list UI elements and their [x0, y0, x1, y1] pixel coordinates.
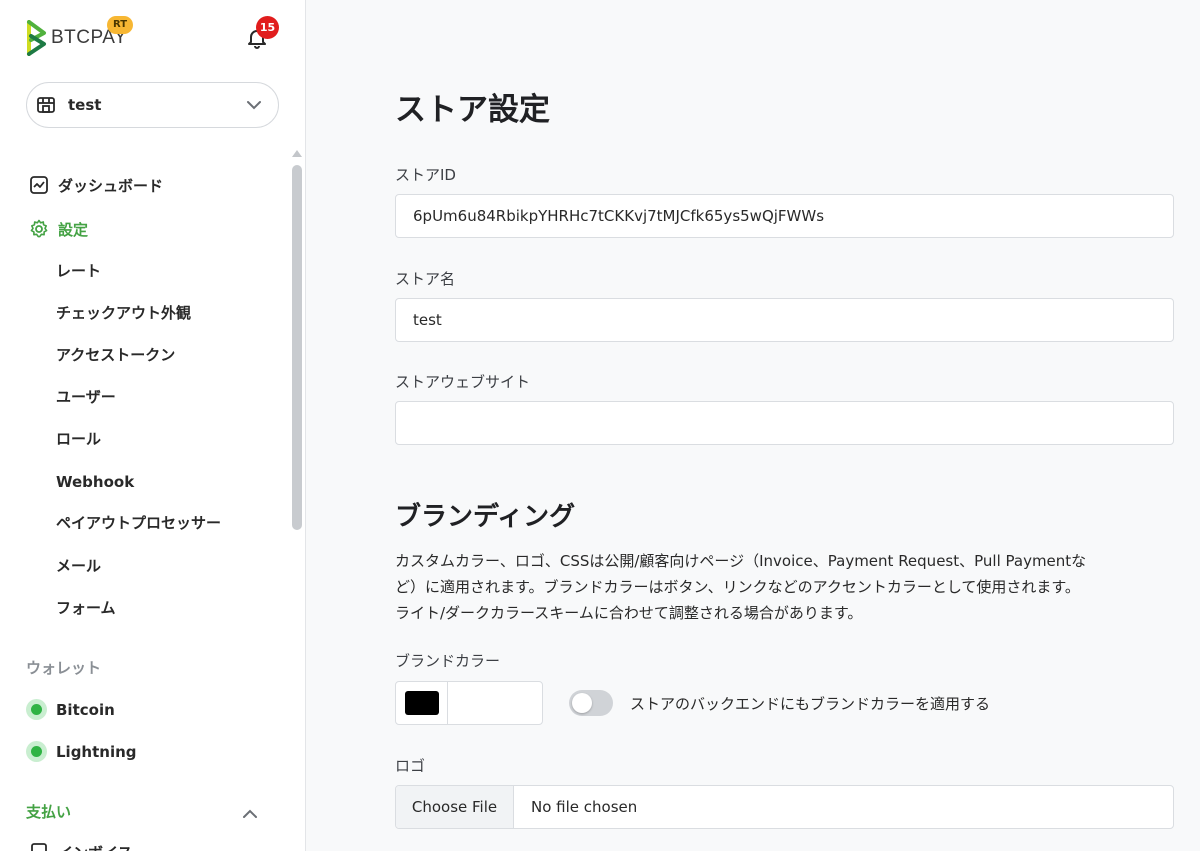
payments-section-label[interactable]: 支払い	[26, 801, 71, 822]
nav-payout-processors[interactable]: ペイアウトプロセッサー	[56, 513, 221, 533]
store-website-field[interactable]	[395, 401, 1174, 445]
toggle-knob	[572, 693, 592, 713]
nav-roles[interactable]: ロール	[56, 429, 101, 449]
status-dot-icon	[26, 699, 47, 720]
nav-checkout-appearance[interactable]: チェックアウト外観	[56, 303, 191, 323]
store-name-field[interactable]: test	[395, 298, 1174, 342]
brand-color-picker[interactable]	[395, 681, 543, 725]
nav-access-tokens[interactable]: アクセストークン	[56, 345, 175, 365]
branding-desc-line-2: ど）に適用されます。ブランドカラーはボタン、リンクなどのアクセントカラーとして使…	[395, 578, 1080, 596]
wallet-bitcoin-label: Bitcoin	[56, 700, 115, 719]
branding-desc-line-3: ライト/ダークカラースキームに合わせて調整される場合があります。	[395, 604, 863, 622]
page-title: ストア設定	[395, 92, 550, 128]
branding-desc-line-1: カスタムカラー、ロゴ、CSSは公開/顧客向けページ（Invoice、Paymen…	[395, 552, 1087, 570]
store-name-label: ストア名	[395, 270, 456, 288]
nav-wallet-lightning[interactable]: Lightning	[26, 741, 137, 762]
chevron-down-icon	[246, 100, 262, 110]
nav-dashboard[interactable]: ダッシュボード	[28, 173, 163, 197]
sidebar-scrollbar[interactable]	[292, 165, 302, 530]
nav-rates[interactable]: レート	[56, 261, 101, 281]
main-content: ストア設定 ストアID 6pUm6u84RbikpYHRHc7tCKKvj7tM…	[306, 0, 1200, 851]
store-id-field[interactable]: 6pUm6u84RbikpYHRHc7tCKKvj7tMJCfk65ys5wQj…	[395, 194, 1174, 238]
store-icon	[35, 94, 57, 116]
sidebar: BTCPAY RT 15 test ダッシュボード 設定 レート チェックアウト…	[0, 0, 306, 851]
nav-settings[interactable]: 設定	[28, 217, 88, 241]
store-selector[interactable]: test	[26, 82, 279, 128]
store-name-value: test	[413, 311, 442, 329]
chevron-up-icon[interactable]	[242, 804, 258, 823]
btcpay-logo-icon	[27, 20, 46, 56]
brand-color-label: ブランドカラー	[395, 652, 501, 670]
nav-wallet-bitcoin[interactable]: Bitcoin	[26, 699, 115, 720]
notification-count-badge[interactable]: 15	[256, 16, 279, 39]
nav-users[interactable]: ユーザー	[56, 387, 116, 407]
store-name: test	[68, 96, 102, 114]
wallet-lightning-label: Lightning	[56, 742, 137, 761]
nav-webhooks[interactable]: Webhook	[56, 472, 134, 492]
store-id-value: 6pUm6u84RbikpYHRHc7tCKKvj7tMJCfk65ys5wQj…	[413, 207, 825, 225]
dashboard-icon	[28, 175, 49, 196]
branding-description: カスタムカラー、ロゴ、CSSは公開/顧客向けページ（Invoice、Paymen…	[395, 548, 1115, 626]
nav-forms[interactable]: フォーム	[56, 598, 116, 618]
invoice-icon	[28, 842, 49, 851]
nav-dashboard-label: ダッシュボード	[58, 176, 164, 195]
brand-color-text-input[interactable]	[448, 682, 542, 724]
choose-file-button[interactable]: Choose File	[396, 786, 514, 828]
apply-backend-toggle[interactable]	[569, 690, 613, 716]
branding-heading: ブランディング	[395, 502, 576, 532]
nav-invoices[interactable]: インボイス	[28, 840, 133, 851]
gear-icon	[28, 219, 49, 240]
rt-badge: RT	[107, 16, 134, 34]
nav-email[interactable]: メール	[56, 556, 101, 576]
nav-invoices-label: インボイス	[58, 842, 133, 851]
wallets-section-label: ウォレット	[26, 659, 102, 677]
status-dot-icon	[26, 741, 47, 762]
color-swatch	[404, 691, 439, 715]
store-website-label: ストアウェブサイト	[395, 373, 531, 391]
file-status-text: No file chosen	[531, 798, 638, 816]
color-swatch-button[interactable]	[396, 682, 448, 724]
logo-file-input[interactable]: Choose File No file chosen	[395, 785, 1174, 829]
store-id-label: ストアID	[395, 166, 456, 184]
apply-backend-label: ストアのバックエンドにもブランドカラーを適用する	[630, 695, 991, 713]
scroll-up-arrow[interactable]	[292, 150, 302, 157]
logo-label: ロゴ	[395, 757, 426, 775]
nav-settings-label: 設定	[58, 220, 89, 239]
